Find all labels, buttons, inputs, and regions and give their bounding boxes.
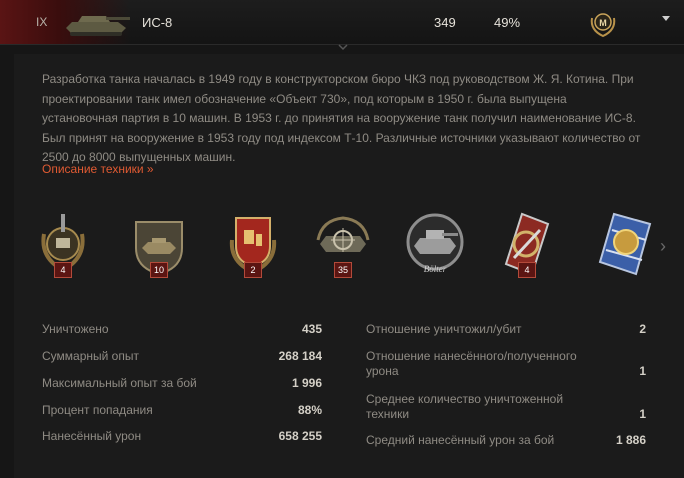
medal-tank-shield[interactable]: 10 bbox=[128, 210, 190, 278]
bolter-medal-label: Bölter bbox=[424, 264, 447, 274]
battles-count: 349 bbox=[434, 15, 456, 30]
win-rate: 49% bbox=[494, 15, 521, 30]
medal-lion[interactable] bbox=[594, 210, 656, 278]
chevron-down-icon[interactable] bbox=[338, 43, 348, 51]
stat-value-damage-ratio: 1 bbox=[639, 364, 646, 378]
mastery-badge-letter: M bbox=[599, 18, 607, 28]
stat-label-avg-damage: Средний нанесённый урон за бой bbox=[366, 433, 555, 447]
vehicle-description: Разработка танка началась в 1949 году в … bbox=[42, 72, 641, 164]
stat-value-hit-ratio: 88% bbox=[297, 403, 322, 417]
tank-icon bbox=[66, 16, 130, 36]
vehicle-row-header[interactable]: IX ИС-8 349 49% M bbox=[0, 0, 684, 45]
medal-count-badge: 2 bbox=[244, 262, 262, 278]
stat-value-kd-ratio: 2 bbox=[639, 322, 646, 336]
stat-label-hit-ratio: Процент попадания bbox=[42, 403, 153, 417]
stat-value-total-xp: 268 184 bbox=[278, 349, 322, 363]
stat-label-avg-destroyed: Среднее количество уничтоженной техники bbox=[366, 392, 564, 421]
medal-count-badge: 10 bbox=[150, 262, 168, 278]
stat-label-kd-ratio: Отношение уничтожил/убит bbox=[366, 322, 522, 336]
vehicle-description-link[interactable]: Описание техники » bbox=[42, 162, 154, 176]
medal-red-sword[interactable]: 4 bbox=[496, 210, 558, 278]
stat-value-max-xp: 1 996 bbox=[291, 376, 322, 390]
medal-crosshair-tank[interactable]: 35 bbox=[312, 210, 374, 278]
medal-count-badge: 35 bbox=[334, 262, 352, 278]
stat-label-total-xp: Суммарный опыт bbox=[42, 349, 139, 363]
stat-value-avg-destroyed: 1 bbox=[639, 407, 646, 421]
medal-count-badge: 4 bbox=[54, 262, 72, 278]
stat-value-destroyed: 435 bbox=[301, 322, 322, 336]
dropdown-toggle-icon[interactable] bbox=[662, 16, 670, 21]
mastery-badge-icon: M bbox=[590, 13, 616, 38]
lion-medal-icon bbox=[598, 212, 652, 276]
stat-label-max-xp: Максимальный опыт за бой bbox=[42, 376, 197, 390]
bolter-medal-icon: Bölter bbox=[406, 213, 464, 274]
stat-label-damage: Нанесённый урон bbox=[42, 429, 142, 443]
tank-name: ИС-8 bbox=[142, 15, 173, 30]
medals-next-arrow-icon[interactable]: › bbox=[660, 236, 666, 257]
medal-red-banner[interactable]: 2 bbox=[222, 210, 284, 278]
medal-tank-laurel[interactable]: 4 bbox=[32, 210, 94, 278]
stat-label-destroyed: Уничтожено bbox=[42, 322, 109, 336]
stat-label-damage-ratio: Отношение нанесённого/полученного урона bbox=[366, 349, 577, 378]
tier-label: IX bbox=[36, 15, 48, 29]
stat-value-damage: 658 255 bbox=[278, 429, 322, 443]
stat-value-avg-damage: 1 886 bbox=[615, 433, 646, 447]
medal-count-badge: 4 bbox=[518, 262, 536, 278]
medal-bolter[interactable]: Bölter bbox=[404, 210, 466, 278]
